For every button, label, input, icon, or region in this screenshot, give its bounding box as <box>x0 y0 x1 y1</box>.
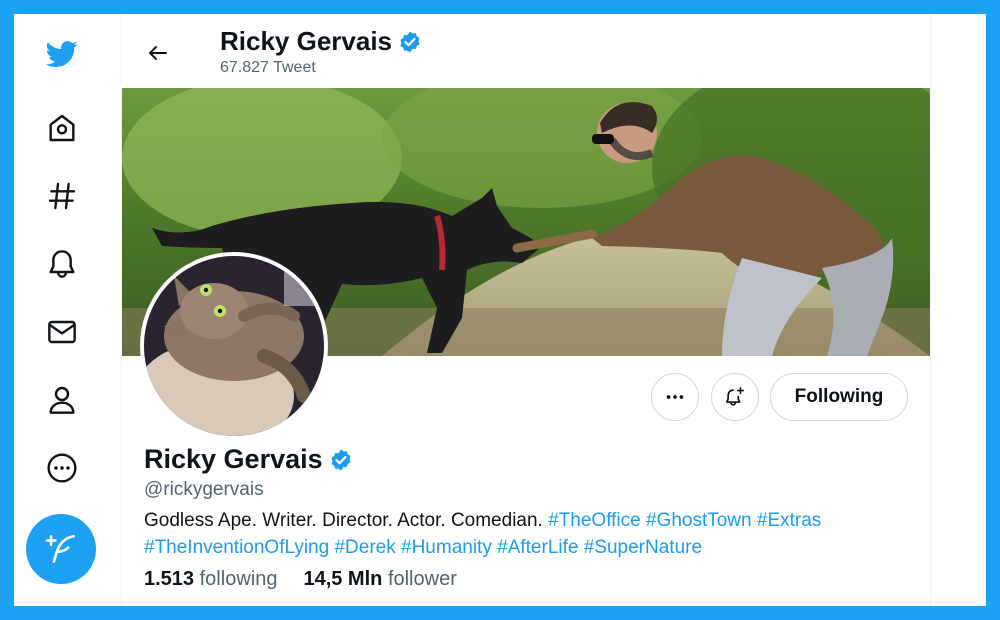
bio-hashtag-link[interactable]: #TheInventionOfLying <box>144 537 329 558</box>
sidebar-nav <box>14 14 120 606</box>
profile-avatar[interactable] <box>140 252 328 440</box>
verified-badge-icon <box>329 448 353 472</box>
bio-hashtag-link[interactable]: #TheOffice <box>548 510 641 531</box>
back-arrow-icon[interactable] <box>144 40 172 66</box>
follower-label: follower <box>387 568 457 590</box>
more-circle-icon[interactable] <box>42 448 82 488</box>
bio-hashtag-link[interactable]: #Humanity <box>401 537 492 558</box>
profile-handle: @rickygervais <box>144 479 264 500</box>
compose-tweet-icon <box>45 534 76 564</box>
header-tweet-count: 67.827 Tweet <box>220 59 316 76</box>
header-name: Ricky Gervais <box>220 26 393 56</box>
follow-stats: 1.513 following 14,5 Mln follower <box>144 568 457 591</box>
notify-button[interactable] <box>711 373 759 421</box>
following-stat-link[interactable]: 1.513 following <box>144 568 277 590</box>
bio-text: Godless Ape. Writer. Director. Actor. Co… <box>144 510 549 531</box>
explore-hashtag-icon[interactable] <box>42 176 82 216</box>
profile-name: Ricky Gervais <box>144 444 323 474</box>
bio-hashtag-link[interactable]: #Extras <box>757 510 821 531</box>
verified-badge-icon <box>398 30 422 54</box>
notifications-bell-icon[interactable] <box>42 244 82 284</box>
home-icon[interactable] <box>42 108 82 148</box>
bio-hashtag-link[interactable]: #AfterLife <box>497 537 578 558</box>
bio-hashtag-link[interactable]: #GhostTown <box>646 510 752 531</box>
follower-count: 14,5 Mln <box>303 568 383 590</box>
bio-hashtag-link[interactable]: #SuperNature <box>584 537 702 558</box>
following-label: following <box>199 568 278 590</box>
messages-envelope-icon[interactable] <box>42 312 82 352</box>
profile-bio: Godless Ape. Writer. Director. Actor. Co… <box>144 507 914 561</box>
profile-icon[interactable] <box>42 380 82 420</box>
header-title: Ricky Gervais <box>220 26 422 57</box>
compose-tweet-button[interactable] <box>26 514 96 584</box>
app-frame: Ricky Gervais 67.827 Tweet Following Ric… <box>14 14 986 606</box>
more-dots-icon <box>666 395 684 399</box>
more-options-button[interactable] <box>651 373 699 421</box>
following-button[interactable]: Following <box>770 373 908 421</box>
bio-hashtag-link[interactable]: #Derek <box>334 537 395 558</box>
twitter-bird-icon[interactable] <box>42 34 82 74</box>
profile-name-row: Ricky Gervais <box>144 444 353 475</box>
bell-plus-icon <box>725 387 745 406</box>
following-count: 1.513 <box>144 568 195 590</box>
follower-stat-link[interactable]: 14,5 Mln follower <box>303 568 456 590</box>
profile-column: Ricky Gervais 67.827 Tweet Following Ric… <box>121 14 931 606</box>
